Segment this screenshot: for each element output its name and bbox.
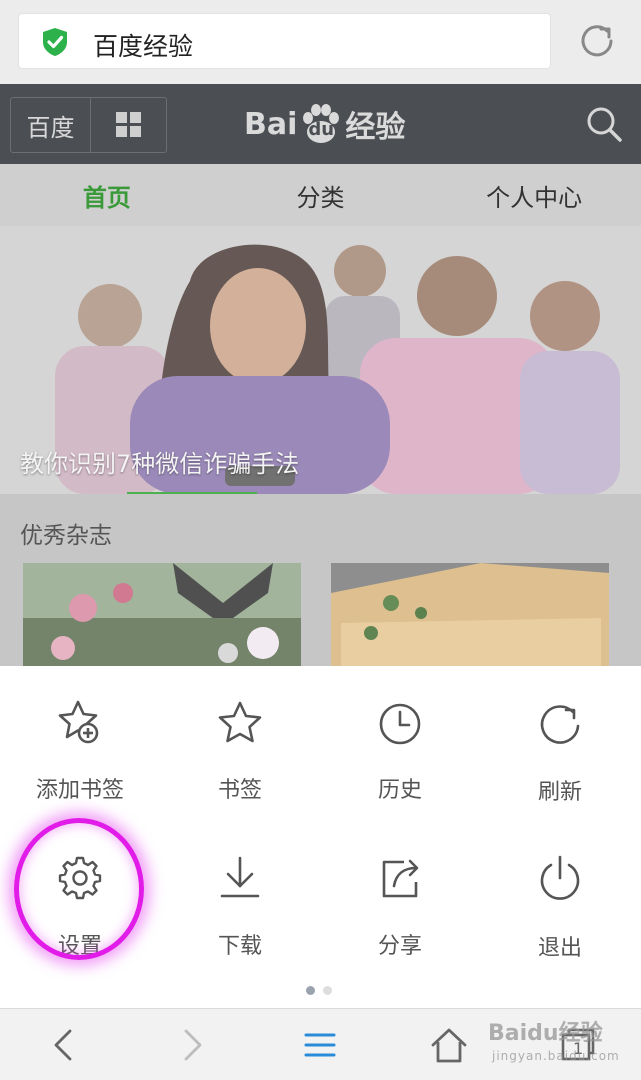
clock-icon	[379, 703, 421, 745]
settings-highlight-annotation	[14, 818, 144, 960]
watermark-brand: Bai	[488, 1021, 528, 1046]
download-icon	[220, 856, 260, 898]
menu-label: 添加书签	[35, 778, 124, 803]
magazine-card-food[interactable]	[331, 563, 609, 666]
watermark-brand-du: du	[527, 1021, 559, 1046]
reload-icon[interactable]	[576, 20, 618, 62]
forward-icon[interactable]	[170, 1023, 214, 1067]
flower-image	[23, 563, 301, 666]
tab-category[interactable]: 分类	[214, 164, 428, 226]
menu-label: 退出	[537, 936, 582, 961]
tab-home[interactable]: 首页	[0, 164, 214, 226]
menu-download[interactable]: 下载	[160, 846, 320, 996]
menu-share[interactable]: 分享	[320, 846, 480, 996]
site-header: 百度 Bai du 经验	[0, 84, 641, 164]
page-dot[interactable]	[323, 986, 332, 995]
menu-exit[interactable]: 退出	[480, 846, 640, 996]
logo-text-du: du	[308, 119, 335, 140]
apps-grid-button[interactable]	[91, 98, 166, 152]
menu-page-indicator	[306, 986, 332, 995]
menu-refresh[interactable]: 刷新	[480, 690, 640, 840]
browser-menu-panel: 添加书签 书签 历史 刷新 设置 下载 分享 退出	[0, 666, 641, 1008]
power-icon	[540, 855, 580, 900]
security-shield-icon	[43, 28, 67, 56]
menu-label: 历史	[377, 778, 422, 803]
menu-label: 刷新	[537, 780, 582, 805]
section-title: 优秀杂志	[20, 523, 112, 549]
logo-text-right: 经验	[345, 110, 406, 145]
page-dot-active	[306, 986, 315, 995]
banner-caption: 教你识别7种微信诈骗手法	[20, 450, 300, 478]
food-image	[331, 563, 609, 666]
nav-tabs: 首页 分类 个人中心	[0, 164, 641, 226]
menu-bookmarks[interactable]: 书签	[160, 690, 320, 840]
share-icon	[382, 859, 419, 898]
refresh-icon	[540, 705, 580, 744]
bottom-toolbar: 1 Baidu经验 jingyan.baidu.com	[0, 1008, 641, 1080]
menu-label: 书签	[217, 778, 262, 803]
baidu-jingyan-watermark: Baidu经验 jingyan.baidu.com	[488, 1015, 638, 1075]
menu-icon[interactable]	[298, 1023, 342, 1067]
add-bookmark-icon	[58, 700, 99, 744]
paw-icon: du	[299, 102, 343, 146]
header-button-group: 百度	[10, 97, 167, 153]
magazine-section: 优秀杂志	[0, 494, 641, 666]
grid-icon	[115, 112, 141, 137]
magazine-card-flowers[interactable]	[23, 563, 301, 666]
page-title: 百度经验	[93, 32, 194, 61]
featured-banner[interactable]: 教你识别7种微信诈骗手法	[0, 226, 641, 494]
menu-history[interactable]: 历史	[320, 690, 480, 840]
home-icon[interactable]	[427, 1023, 471, 1067]
baidu-home-button[interactable]: 百度	[11, 98, 91, 152]
back-icon[interactable]	[42, 1023, 86, 1067]
star-icon	[218, 701, 262, 743]
logo-text-left: Bai	[244, 106, 298, 142]
address-bar[interactable]: 百度经验	[18, 13, 551, 69]
menu-label: 分享	[377, 934, 422, 959]
baidu-jingyan-logo[interactable]: Bai du 经验	[244, 96, 405, 152]
watermark-url: jingyan.baidu.com	[492, 1049, 620, 1063]
search-icon[interactable]	[584, 104, 624, 144]
watermark-brand-cn: 经验	[558, 1021, 603, 1046]
tab-personal-center[interactable]: 个人中心	[427, 164, 641, 226]
menu-label: 下载	[217, 934, 262, 959]
address-bar-area: 百度经验	[0, 0, 641, 84]
